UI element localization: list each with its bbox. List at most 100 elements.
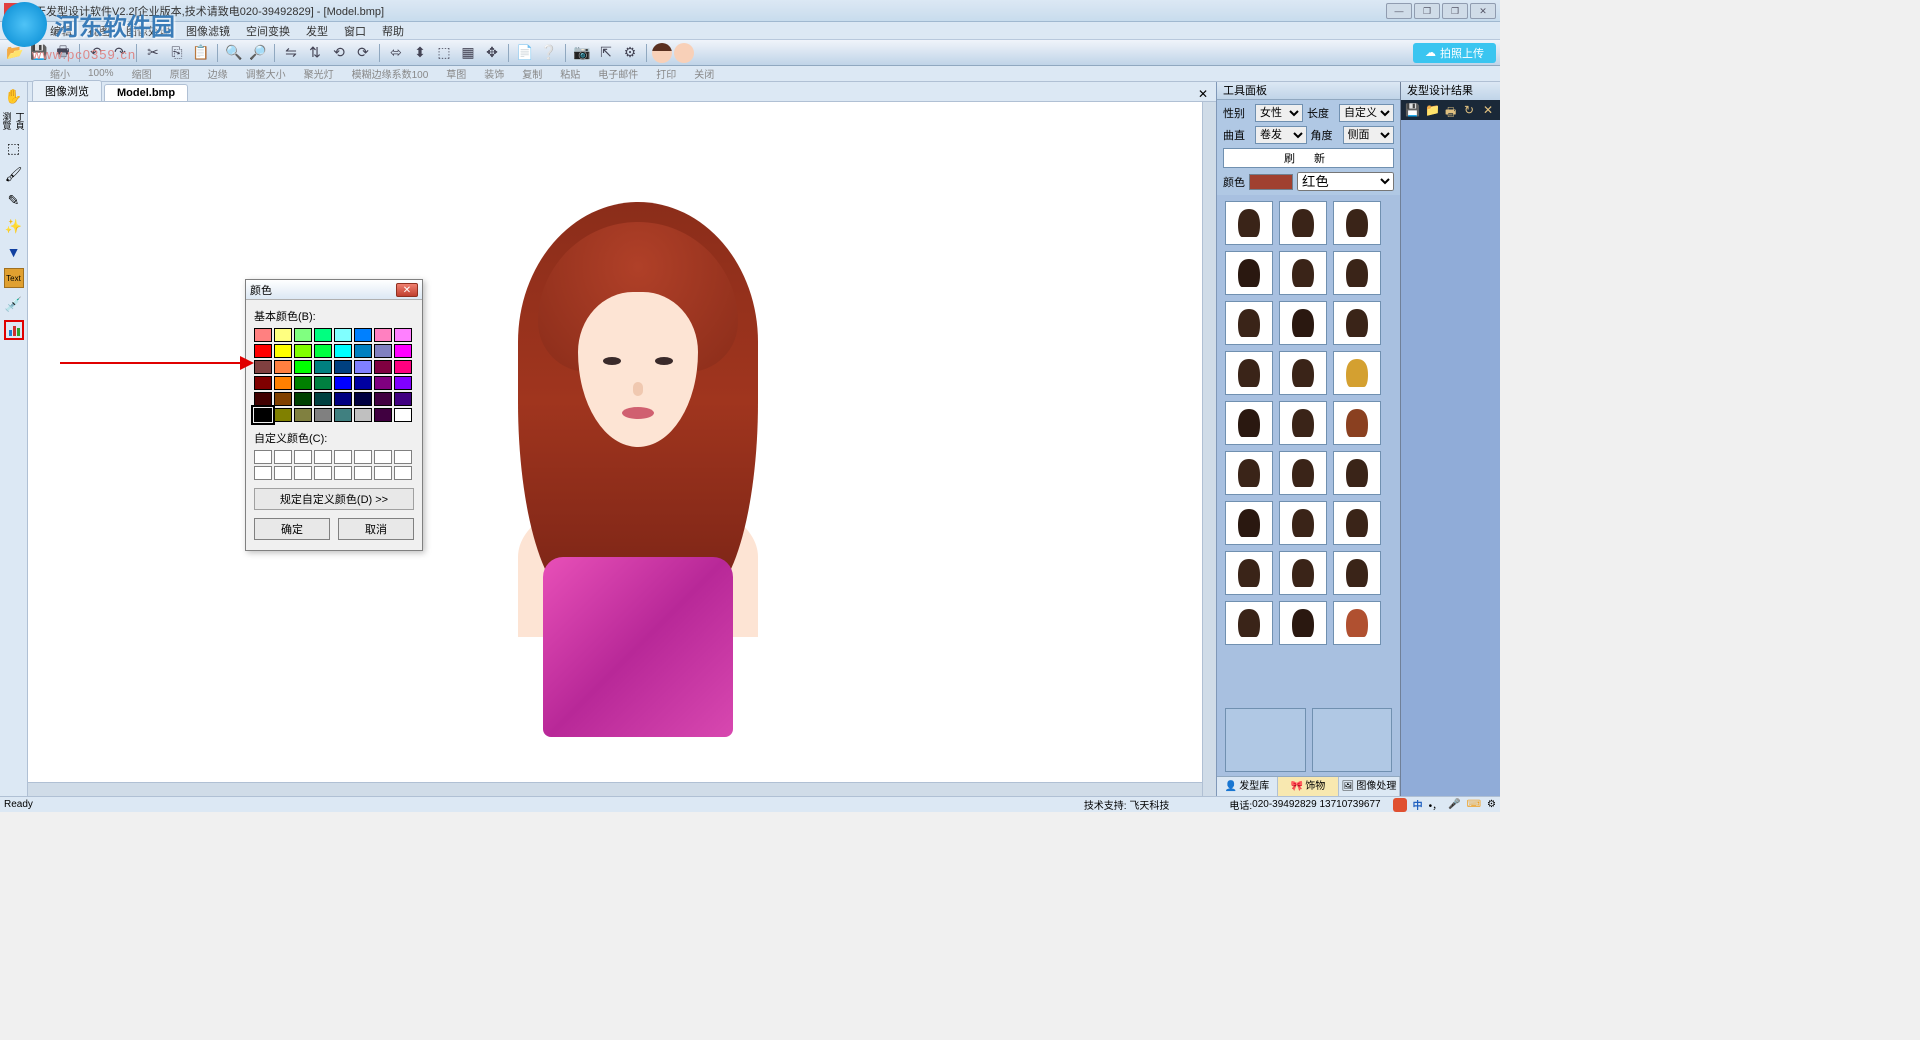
color-adjust-tool-icon[interactable] (4, 320, 24, 340)
color-swatch[interactable] (354, 360, 372, 374)
wand-tool-icon[interactable]: ✨ (4, 216, 24, 236)
hair-thumbnail[interactable] (1333, 201, 1381, 245)
color-swatch[interactable] (394, 392, 412, 406)
color-swatch[interactable] (374, 392, 392, 406)
hair-thumbnail[interactable] (1225, 451, 1273, 495)
gender-select[interactable]: 女性 (1255, 104, 1303, 122)
color-swatch[interactable] (334, 344, 352, 358)
custom-swatch[interactable] (254, 450, 272, 464)
menu-view[interactable]: 视图 (80, 23, 118, 39)
tray-keyboard-icon[interactable]: ⌨ (1467, 799, 1481, 810)
color-swatch[interactable] (274, 408, 292, 422)
custom-swatch[interactable] (354, 450, 372, 464)
hair-thumbnail[interactable] (1333, 551, 1381, 595)
canvas-area[interactable]: 颜色 ✕ 基本颜色(B): 自定义颜色(C): 规定自定义颜色(D) >> 确定… (28, 102, 1216, 796)
upload-button[interactable]: ☁ 拍照上传 (1413, 43, 1496, 63)
color-swatch[interactable] (354, 408, 372, 422)
ptab-hair-lib[interactable]: 👤发型库 (1217, 777, 1278, 796)
result-delete-icon[interactable]: ✕ (1483, 103, 1496, 117)
ptab-image-proc[interactable]: 🖼图像处理 (1339, 777, 1400, 796)
sec-zoom-100[interactable]: 100% (88, 68, 114, 79)
menu-file[interactable]: 文件 (4, 23, 42, 39)
color-swatch[interactable] (334, 328, 352, 342)
custom-swatch[interactable] (354, 466, 372, 480)
color-swatch[interactable] (334, 360, 352, 374)
color-swatch[interactable] (374, 360, 392, 374)
color-swatch[interactable] (394, 408, 412, 422)
ptab-decorations[interactable]: 🎀饰物 (1278, 777, 1339, 796)
color-swatch[interactable] (394, 328, 412, 342)
hair-thumbnail[interactable] (1333, 301, 1381, 345)
menu-transform[interactable]: 空间变换 (238, 23, 298, 39)
hair-thumbnail[interactable] (1279, 401, 1327, 445)
settings-icon[interactable]: ⚙ (619, 43, 641, 63)
sec-zoom-out[interactable]: 缩小 (50, 66, 70, 81)
tray-punct-icon[interactable]: •， (1429, 797, 1443, 812)
color-swatch[interactable] (334, 408, 352, 422)
sec-edge[interactable]: 边缘 (208, 66, 228, 81)
custom-swatch[interactable] (294, 450, 312, 464)
close-button[interactable]: ✕ (1470, 3, 1496, 19)
hair-thumbnail[interactable] (1225, 401, 1273, 445)
hair-thumbnail[interactable] (1333, 451, 1381, 495)
sec-original[interactable]: 原图 (170, 66, 190, 81)
color-swatch[interactable] (254, 376, 272, 390)
custom-swatch[interactable] (254, 466, 272, 480)
menu-edit[interactable]: 编辑 (42, 23, 80, 39)
color-swatch[interactable] (314, 408, 332, 422)
custom-swatch[interactable] (294, 466, 312, 480)
hand-tool-icon[interactable]: ✋ (4, 86, 24, 106)
pencil-tool-icon[interactable]: ✎ (4, 190, 24, 210)
color-swatch[interactable] (294, 328, 312, 342)
zoom-in-icon[interactable]: 🔍 (223, 43, 245, 63)
tray-sogou-icon[interactable] (1393, 798, 1407, 812)
hair-thumbnail[interactable] (1279, 551, 1327, 595)
hair-thumbnail[interactable] (1333, 401, 1381, 445)
color-swatch[interactable] (334, 392, 352, 406)
color-swatch[interactable] (254, 328, 272, 342)
tray-ime-icon[interactable]: 中 (1413, 797, 1423, 812)
result-print-icon[interactable]: 🖶 (1445, 103, 1458, 117)
hair-thumbnail[interactable] (1225, 501, 1273, 545)
flip-h-icon[interactable]: ⇋ (280, 43, 302, 63)
canvas-scrollbar-h[interactable] (28, 782, 1202, 796)
custom-swatch[interactable] (394, 466, 412, 480)
flip-v-icon[interactable]: ⇅ (304, 43, 326, 63)
tray-mic-icon[interactable]: 🎤 (1448, 799, 1460, 810)
color-swatch[interactable] (294, 360, 312, 374)
sec-close[interactable]: 关闭 (694, 66, 714, 81)
sec-email[interactable]: 电子邮件 (598, 66, 638, 81)
tab-close-icon[interactable]: ✕ (1190, 87, 1216, 101)
export-icon[interactable]: ⇱ (595, 43, 617, 63)
hair-thumbnail[interactable] (1279, 201, 1327, 245)
hair-thumbnail[interactable] (1333, 351, 1381, 395)
face-female-icon[interactable] (652, 43, 672, 63)
color-swatch[interactable] (314, 392, 332, 406)
close-inner-button[interactable]: ❐ (1442, 3, 1468, 19)
custom-swatch[interactable] (314, 466, 332, 480)
camera-icon[interactable]: 📷 (571, 43, 593, 63)
color-swatch[interactable] (354, 344, 372, 358)
color-swatch[interactable] (1249, 174, 1293, 190)
menu-help[interactable]: 帮助 (374, 23, 412, 39)
color-swatch[interactable] (314, 376, 332, 390)
color-select[interactable]: 红色 (1297, 172, 1394, 191)
color-swatch[interactable] (274, 328, 292, 342)
hair-thumbnail[interactable] (1333, 501, 1381, 545)
sec-sketch[interactable]: 草图 (446, 66, 466, 81)
color-swatch[interactable] (354, 392, 372, 406)
hair-thumbnail[interactable] (1279, 251, 1327, 295)
sec-resize[interactable]: 调整大小 (246, 66, 286, 81)
hair-thumbnail[interactable] (1333, 601, 1381, 645)
color-swatch[interactable] (314, 328, 332, 342)
cut-icon[interactable]: ✂ (142, 43, 164, 63)
bucket-tool-icon[interactable]: ▼ (4, 242, 24, 262)
color-swatch[interactable] (394, 360, 412, 374)
result-save-icon[interactable]: 💾 (1405, 103, 1419, 117)
hair-thumbnail[interactable] (1279, 301, 1327, 345)
result-folder-icon[interactable]: 📁 (1425, 103, 1439, 117)
crop-icon[interactable]: ⬚ (433, 43, 455, 63)
dialog-titlebar[interactable]: 颜色 ✕ (246, 280, 422, 300)
fit-height-icon[interactable]: ⬍ (409, 43, 431, 63)
hair-thumbnail[interactable] (1279, 451, 1327, 495)
